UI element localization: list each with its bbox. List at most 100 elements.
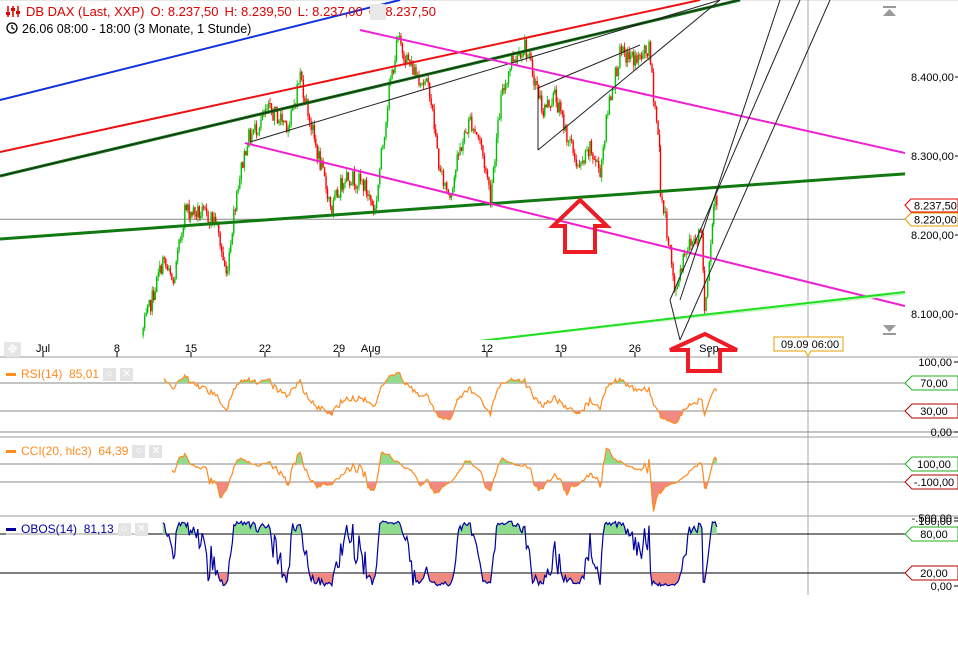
candle-body	[584, 150, 587, 164]
candle-body	[267, 102, 270, 110]
candle-body	[195, 213, 198, 217]
cci-value: 64,39	[98, 444, 129, 458]
channel-line[interactable]	[537, 0, 721, 151]
candle-body	[220, 246, 223, 253]
cci-label: CCI(20, hlc3) 64,39 ○ ✕	[6, 444, 163, 459]
candle-body	[586, 149, 588, 151]
candle-body	[536, 80, 538, 85]
candle-body	[347, 172, 349, 181]
candle-body	[176, 250, 179, 262]
candle-body	[655, 106, 658, 121]
candle-body	[278, 120, 280, 124]
candle-body	[577, 165, 579, 167]
trendline-magenta-lower[interactable]	[244, 142, 905, 307]
scroll-down-icon[interactable]	[883, 325, 896, 335]
candle-body	[504, 84, 507, 91]
cci-tick-label: -.100,00	[914, 477, 954, 489]
rsi-name[interactable]: RSI(14)	[21, 367, 62, 381]
candle-body	[637, 54, 640, 63]
candle-body	[455, 170, 457, 178]
candle-body	[427, 78, 429, 84]
candle-body	[664, 211, 667, 213]
candle-body	[201, 206, 203, 216]
candle-body	[150, 299, 152, 312]
candle-body	[713, 206, 715, 225]
candle-body	[462, 141, 464, 151]
candle-body	[581, 160, 584, 163]
chart-canvas[interactable]: 8.400,00 8.300,00 8.200,00 8.100,00 Jul 8 15 2…	[0, 0, 958, 654]
close-icon[interactable]: ✕	[120, 368, 134, 382]
trendline-green-lower[interactable]	[0, 170, 958, 241]
candle-body	[463, 131, 466, 142]
candle-body	[204, 207, 206, 209]
scroll-up-icon[interactable]	[883, 6, 896, 16]
trendline-drawings[interactable]	[0, 0, 958, 352]
candle-body	[146, 305, 149, 313]
candle-body	[252, 129, 255, 134]
trendline-black[interactable]	[249, 0, 721, 143]
candle-body	[213, 216, 215, 223]
candle-body	[561, 111, 564, 115]
candle-body	[323, 167, 326, 177]
close-icon[interactable]: ✕	[134, 523, 148, 537]
candle-body	[361, 180, 363, 182]
move-icon[interactable]: ✥	[4, 342, 21, 357]
instrument-title[interactable]: DB DAX (Last, XXP)	[26, 4, 144, 19]
candle-body	[495, 138, 498, 162]
candle-body	[657, 120, 659, 135]
candle-body	[315, 138, 317, 146]
candle-body	[648, 41, 650, 57]
candle-body	[401, 44, 404, 54]
gear-icon[interactable]	[370, 4, 386, 20]
candle-body	[667, 238, 670, 246]
candle-body	[574, 152, 576, 160]
obos-name[interactable]: OBOS(14)	[21, 522, 77, 536]
candle-body	[302, 79, 305, 98]
candle-body	[231, 233, 233, 245]
candle-body	[439, 168, 441, 171]
candle-body	[335, 189, 338, 196]
candle-body	[398, 35, 401, 38]
candle-body	[174, 278, 176, 284]
trendline-lightgreen[interactable]	[380, 288, 958, 352]
candle-body	[198, 206, 200, 218]
candle-body	[607, 114, 609, 116]
gear-icon[interactable]: ○	[132, 445, 146, 459]
candle-body	[690, 239, 692, 246]
candle-body	[595, 159, 597, 162]
candle-body	[316, 145, 318, 159]
candle-body	[620, 46, 623, 53]
candle-body	[681, 268, 683, 271]
cci-name[interactable]: CCI(20, hlc3)	[21, 444, 92, 458]
candle-body	[225, 265, 227, 274]
candle-body	[425, 78, 428, 82]
candle-body	[172, 279, 175, 284]
close-icon[interactable]: ✕	[149, 445, 163, 459]
fan-line[interactable]	[679, 0, 781, 301]
gear-icon[interactable]: ○	[117, 523, 131, 537]
candle-body	[436, 135, 438, 149]
last-price-tag: 8.237,50	[904, 198, 958, 213]
candle-body	[498, 118, 501, 120]
candle-body	[312, 124, 314, 131]
candle-body	[145, 312, 147, 317]
candle-body	[372, 205, 375, 211]
candle-body	[626, 51, 629, 63]
cci-overbought-fill	[171, 448, 717, 464]
candle-body	[276, 109, 279, 124]
fan-line[interactable]	[669, 0, 801, 301]
candle-body	[242, 162, 244, 168]
candle-body	[344, 181, 346, 184]
candle-body	[544, 104, 546, 116]
time-tick-label: 12	[481, 343, 493, 355]
candle-body	[385, 122, 387, 138]
sliders-icon[interactable]	[6, 5, 20, 21]
rsi-tick-label: 0,00	[931, 427, 952, 439]
candle-body	[471, 116, 473, 131]
candle-body	[168, 268, 170, 270]
time-range: 26.06 08:00 - 18:00 (3 Monate, 1 Stunde)	[6, 22, 251, 37]
price-tick-label: 8.400,00	[911, 72, 954, 84]
chart-window: 8.400,00 8.300,00 8.200,00 8.100,00 Jul 8 15 2…	[0, 0, 958, 654]
gear-icon[interactable]: ○	[103, 368, 117, 382]
time-tick-label: 29	[333, 343, 345, 355]
